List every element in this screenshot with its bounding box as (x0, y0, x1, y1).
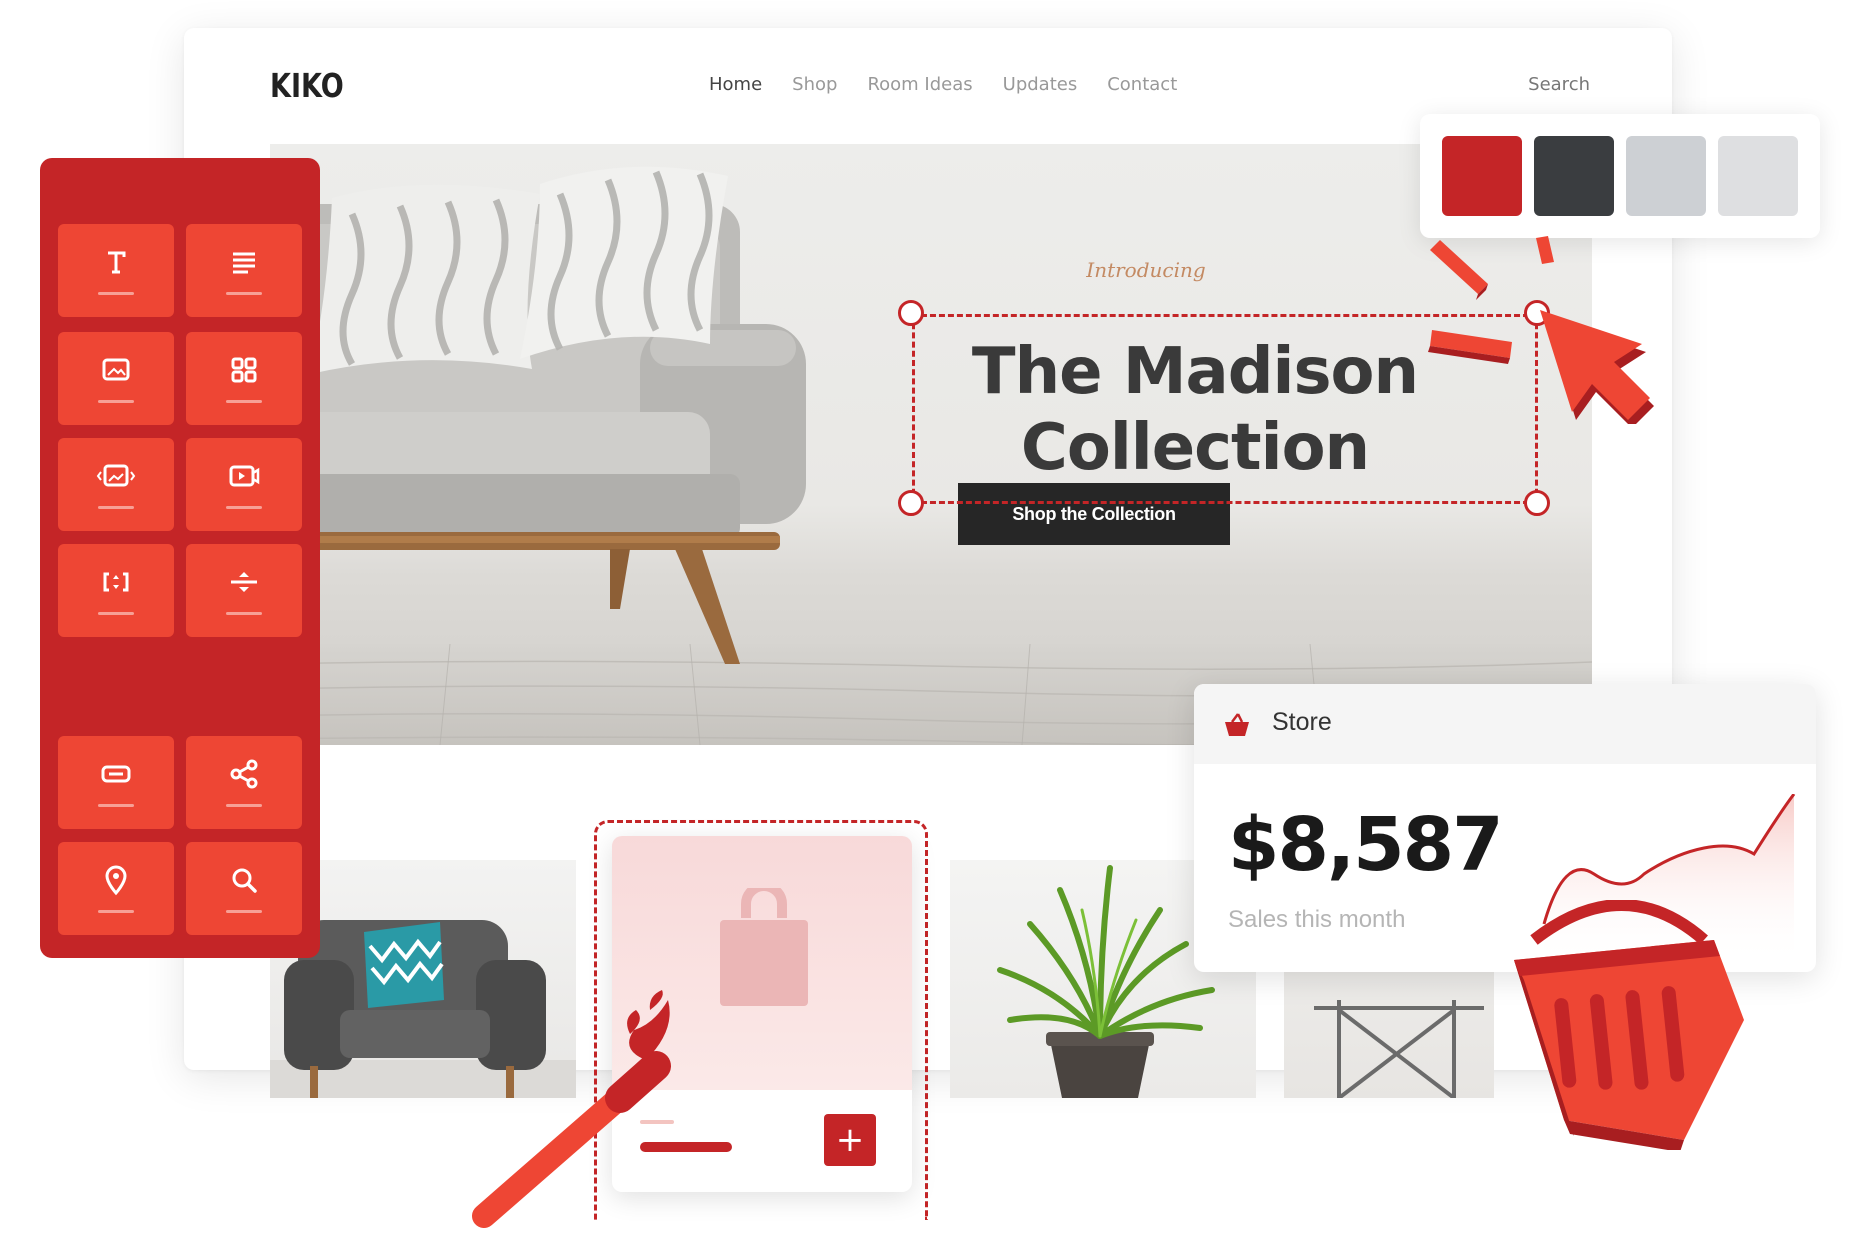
divider-icon (231, 572, 257, 592)
add-to-cart-button[interactable]: + (824, 1114, 876, 1166)
nav-home[interactable]: Home (709, 74, 762, 95)
mouse-pointer-icon (1540, 310, 1654, 424)
resize-handle-bottom-left[interactable] (898, 490, 924, 516)
shopping-basket-icon (1514, 900, 1744, 1150)
widget-share[interactable] (186, 736, 302, 829)
video-icon (229, 465, 260, 487)
image-icon (102, 358, 130, 381)
widget-spacer[interactable] (58, 544, 174, 637)
resize-handle-bottom-right[interactable] (1524, 490, 1550, 516)
widget-divider[interactable] (186, 544, 302, 637)
spacer-icon (103, 572, 129, 592)
share-icon (230, 759, 258, 789)
site-logo[interactable]: KIKO (270, 66, 344, 105)
paintbrush-icon (472, 990, 671, 1228)
widget-video[interactable] (186, 438, 302, 531)
nav-contact[interactable]: Contact (1107, 74, 1177, 95)
map-pin-icon (105, 865, 127, 896)
widget-text-editor[interactable] (186, 224, 302, 317)
click-spark-icon (1428, 236, 1554, 364)
button-icon (101, 765, 131, 783)
hero-intro: Introducing (1086, 258, 1206, 282)
sales-value: $8,587 (1228, 802, 1504, 888)
swatch-red[interactable] (1442, 136, 1522, 216)
nav-updates[interactable]: Updates (1003, 74, 1078, 95)
main-nav: Home Shop Room Ideas Updates Contact (709, 74, 1177, 95)
sales-label: Sales this month (1228, 906, 1406, 933)
swatch-gray[interactable] (1626, 136, 1706, 216)
widget-search[interactable] (186, 842, 302, 935)
resize-handle-top-left[interactable] (898, 300, 924, 326)
text-widget-icon (108, 251, 126, 274)
swatch-charcoal[interactable] (1534, 136, 1614, 216)
cursor-graphic (1428, 236, 1654, 424)
nav-shop[interactable]: Shop (792, 74, 837, 95)
image-carousel-icon (96, 464, 136, 487)
search-link[interactable]: Search (1528, 74, 1590, 95)
widget-heading[interactable] (58, 224, 174, 317)
widget-image[interactable] (58, 332, 174, 425)
widget-image-carousel[interactable] (58, 438, 174, 531)
widget-google-maps[interactable] (58, 842, 174, 935)
store-title: Store (1272, 708, 1332, 736)
swatch-light-gray[interactable] (1718, 136, 1798, 216)
color-palette (1420, 114, 1820, 238)
gallery-icon (231, 357, 257, 383)
widget-button[interactable] (58, 736, 174, 829)
text-editor-icon (233, 252, 255, 274)
widget-gallery[interactable] (186, 332, 302, 425)
search-icon (232, 868, 257, 893)
sofa-illustration (270, 166, 806, 664)
basket-icon (1225, 713, 1249, 736)
shopping-bag-icon (720, 888, 808, 1006)
widget-panel (40, 158, 320, 958)
nav-room-ideas[interactable]: Room Ideas (867, 74, 972, 95)
